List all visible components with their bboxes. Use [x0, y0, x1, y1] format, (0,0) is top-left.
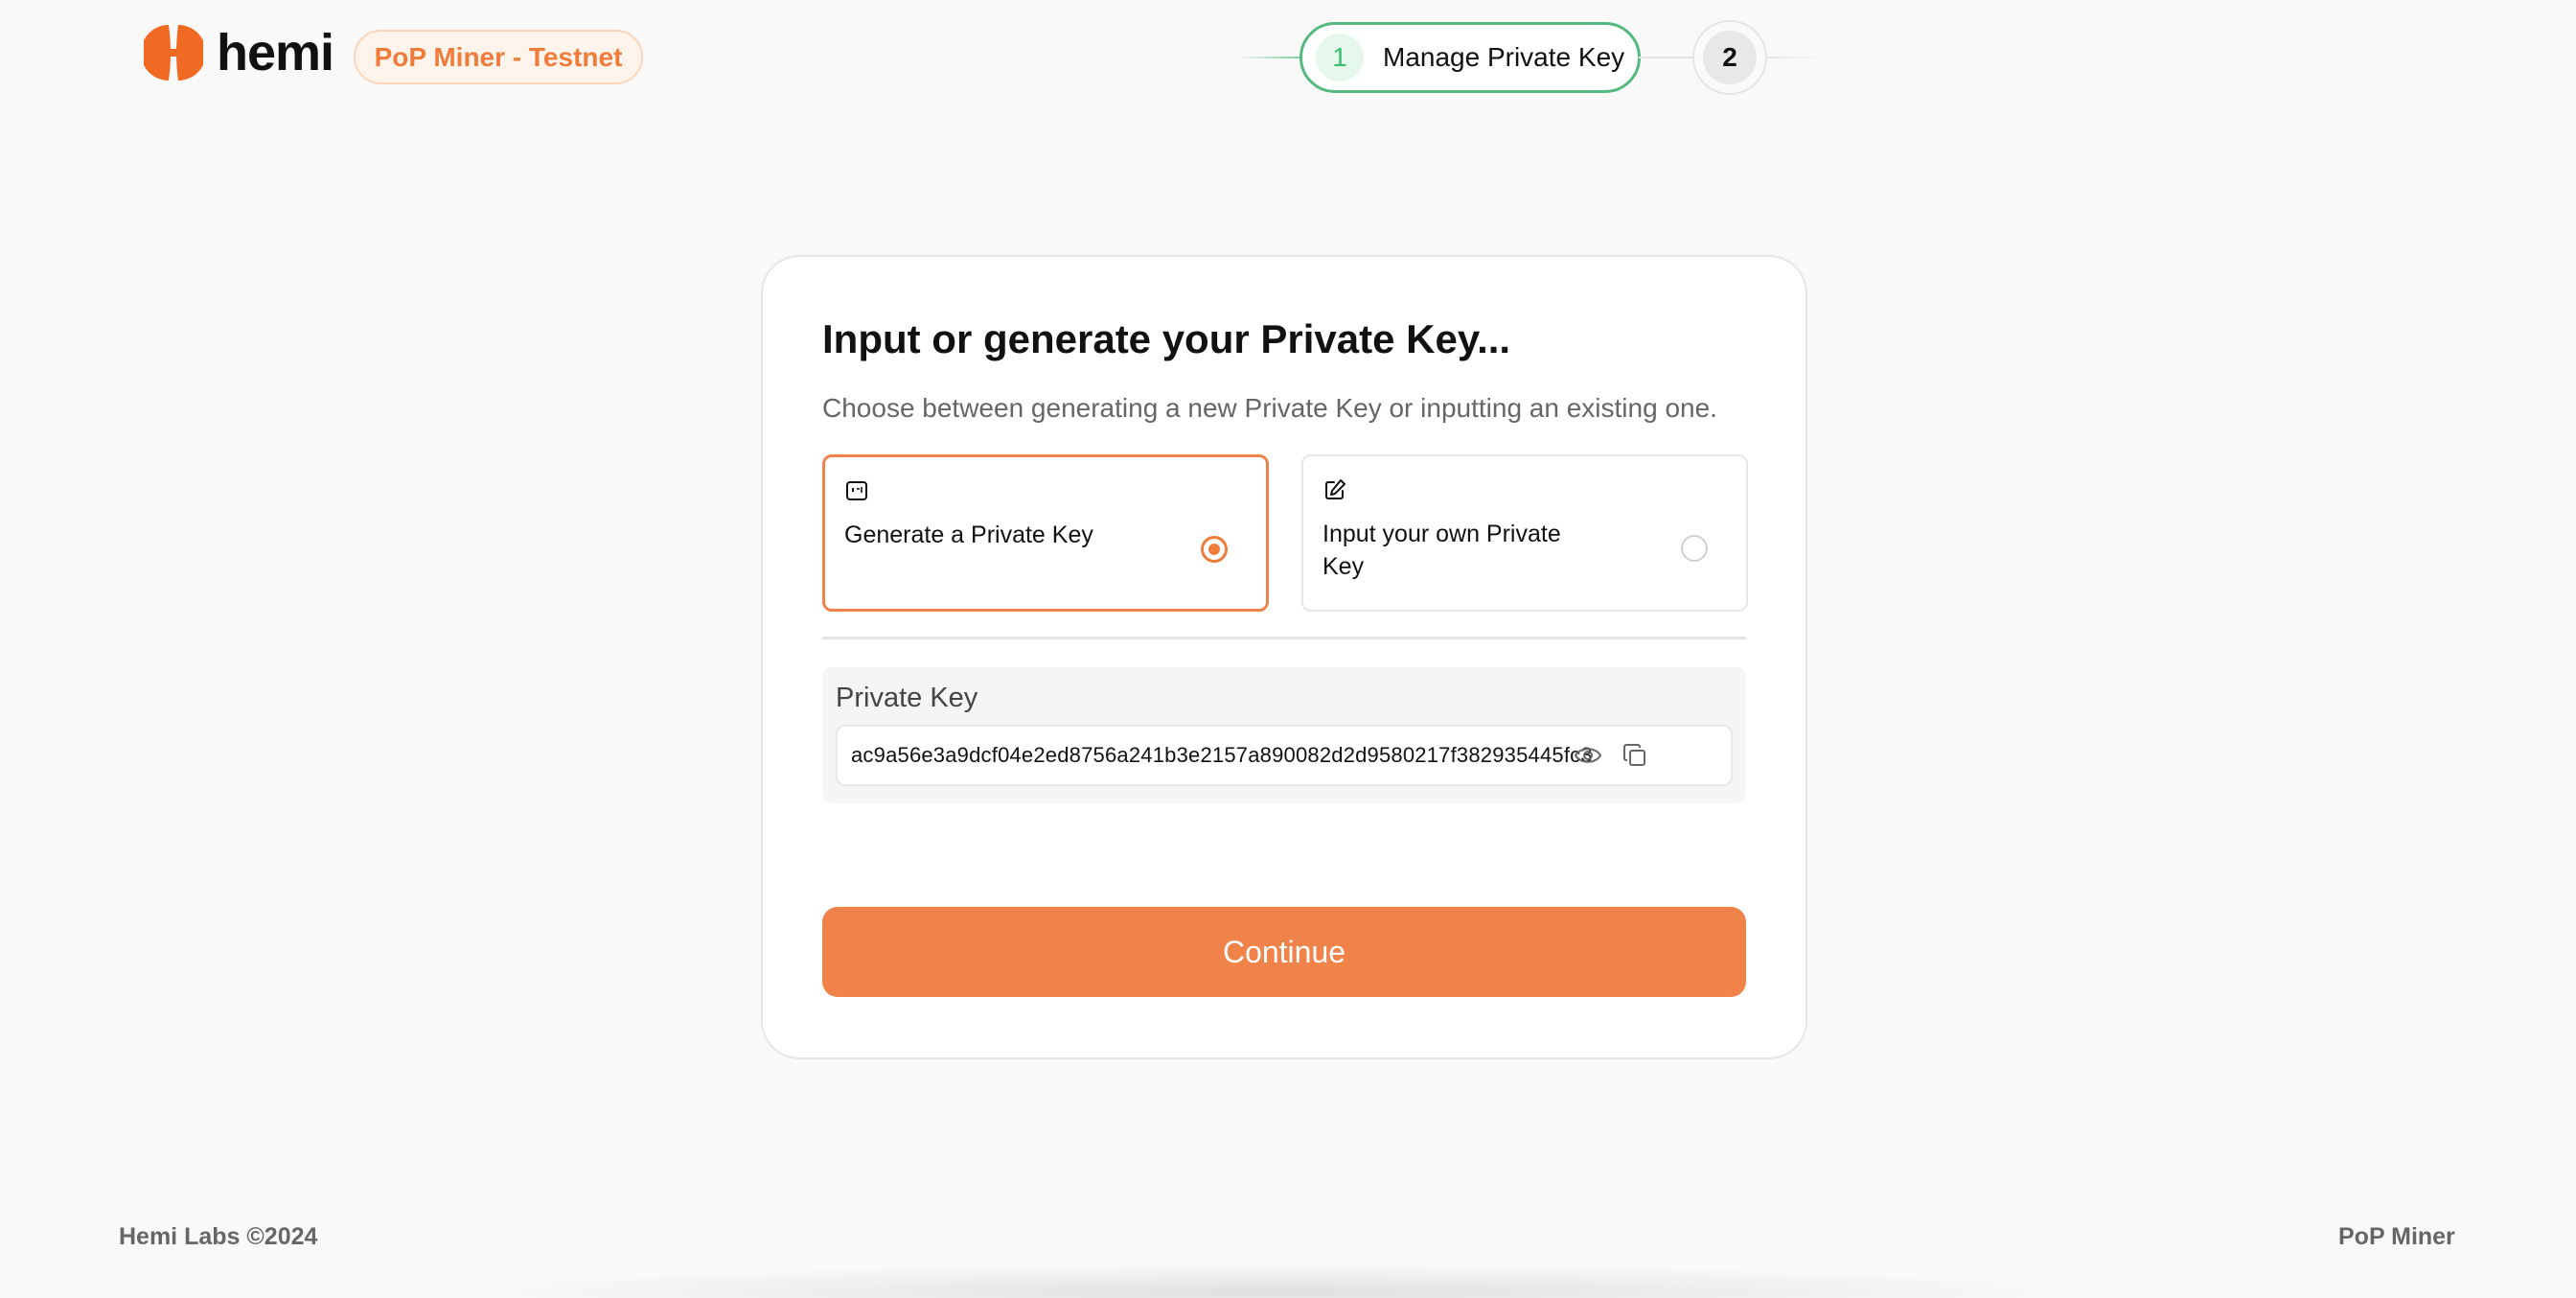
- step-number: 2: [1703, 31, 1757, 84]
- edit-icon: [1325, 479, 1346, 499]
- key-generator-icon: [846, 481, 867, 500]
- eye-icon[interactable]: [1574, 742, 1602, 769]
- hemi-logo-icon: [144, 25, 203, 81]
- footer-copyright: Hemi Labs ©2024: [119, 1223, 318, 1250]
- step-number: 1: [1316, 34, 1364, 81]
- private-key-section: Private Key ac9a56e3a9dcf04e2ed8756a241b…: [822, 667, 1746, 803]
- stepper-connector: [1639, 57, 1692, 58]
- option-label: Input your own Private Key: [1322, 521, 1561, 580]
- footer-shadow: [460, 1263, 2089, 1298]
- generate-key-radio[interactable]: [1201, 536, 1228, 563]
- card-subtitle: Choose between generating a new Private …: [822, 393, 1717, 423]
- logo-wordmark: hemi: [217, 24, 334, 81]
- step-label: Manage Private Key: [1383, 42, 1625, 72]
- option-label: Generate a Private Key: [844, 522, 1093, 548]
- continue-button[interactable]: Continue: [822, 907, 1746, 997]
- stepper-connector: [1236, 57, 1301, 58]
- private-key-card: Input or generate your Private Key... Ch…: [761, 255, 1807, 1059]
- step-manage-private-key[interactable]: 1 Manage Private Key: [1300, 22, 1641, 93]
- divider: [822, 637, 1746, 639]
- input-key-radio[interactable]: [1681, 535, 1708, 562]
- stepper-connector: [1765, 57, 1828, 58]
- card-title: Input or generate your Private Key...: [822, 316, 1511, 361]
- private-key-field[interactable]: ac9a56e3a9dcf04e2ed8756a241b3e2157a89008…: [836, 725, 1733, 786]
- footer-app-name: PoP Miner: [2338, 1223, 2455, 1250]
- environment-badge: PoP Miner - Testnet: [354, 30, 643, 84]
- private-key-label: Private Key: [836, 683, 978, 713]
- generate-key-option[interactable]: Generate a Private Key: [822, 454, 1269, 612]
- private-key-value[interactable]: ac9a56e3a9dcf04e2ed8756a241b3e2157a89008…: [851, 727, 1593, 784]
- step-2[interactable]: 2: [1692, 20, 1767, 95]
- copy-icon[interactable]: [1622, 742, 1648, 769]
- input-key-option[interactable]: Input your own Private Key: [1301, 454, 1748, 612]
- hemi-logo[interactable]: hemi: [144, 23, 334, 82]
